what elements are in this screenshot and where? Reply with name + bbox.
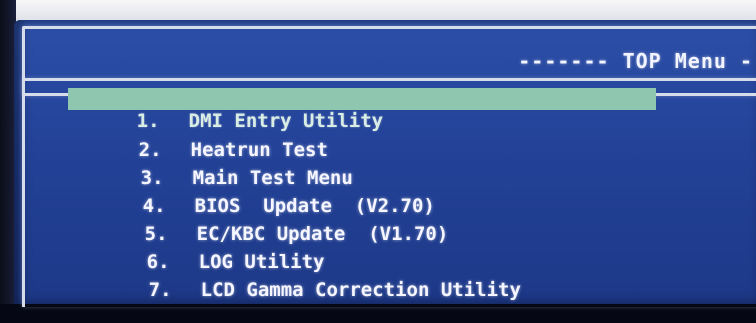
menu-item-log-utility[interactable]: 6. LOG Utility (78, 229, 325, 273)
menu-item-main-test-menu[interactable]: 3. Main Test Menu (72, 145, 353, 189)
menu-item-dmi-entry-utility[interactable]: 1. DMI Entry Utility (68, 88, 656, 132)
menu-title: ------- TOP Menu - (518, 49, 753, 73)
bios-screen: ------- TOP Menu - 1. DMI Entry Utility 2… (14, 20, 756, 307)
menu-item-ec-kbc-update[interactable]: 5. EC/KBC Update (V1.70) (76, 201, 449, 245)
menu-item-number: 7. (148, 279, 172, 301)
menu-item-heatrun-test[interactable]: 2. Heatrun Test (70, 117, 328, 161)
menu-item-lcd-gamma-correction-utility[interactable]: 7. LCD Gamma Correction Utility (80, 257, 521, 301)
menu-item-bios-update[interactable]: 4. BIOS Update (V2.70) (74, 173, 435, 217)
menu-item-label: LCD Gamma Correction Utility (200, 279, 521, 301)
